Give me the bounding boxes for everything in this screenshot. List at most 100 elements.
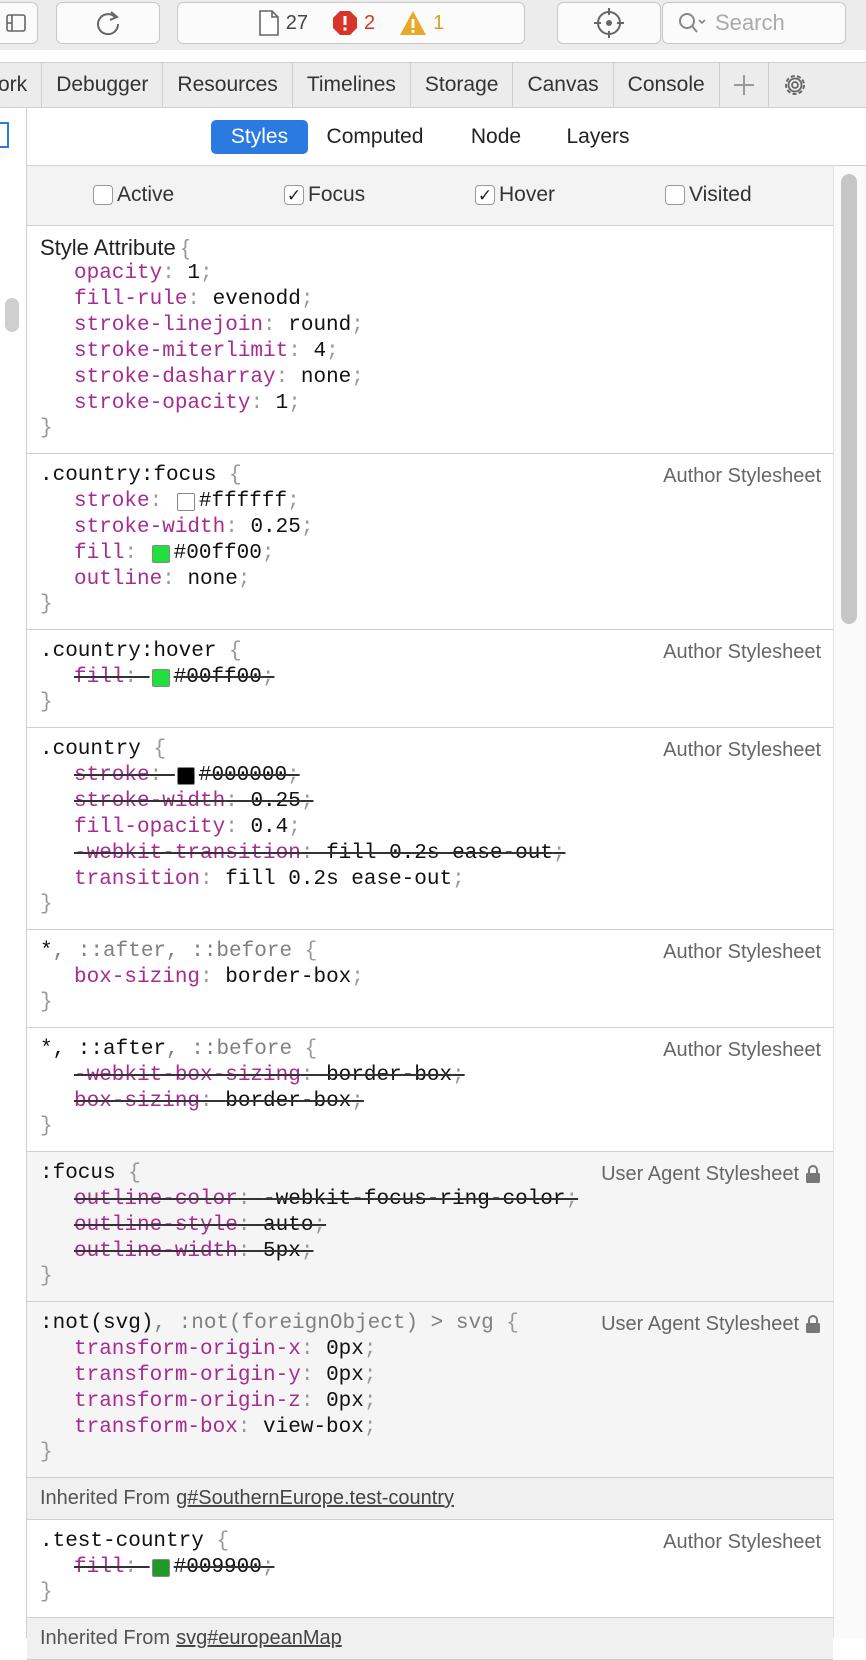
- property-row[interactable]: opacity: 1;: [74, 261, 821, 287]
- property-name[interactable]: fill: [74, 665, 124, 691]
- property-name[interactable]: stroke-linejoin: [74, 313, 263, 339]
- pseudo-active-toggle[interactable]: Active: [93, 183, 174, 207]
- tab-resources[interactable]: Resources: [163, 63, 293, 107]
- property-row[interactable]: box-sizing: border-box;: [74, 965, 821, 991]
- tab-network[interactable]: ork: [0, 63, 43, 107]
- rule-origin[interactable]: User Agent Stylesheet: [601, 1311, 821, 1337]
- property-name[interactable]: outline-width: [74, 1239, 238, 1265]
- property-value[interactable]: border-box: [225, 965, 351, 991]
- inherited-element-link[interactable]: svg#europeanMap: [176, 1627, 342, 1650]
- property-row[interactable]: stroke-width: 0.25;: [74, 789, 821, 815]
- tab-styles[interactable]: Styles: [211, 120, 308, 154]
- property-name[interactable]: -webkit-box-sizing: [74, 1063, 301, 1089]
- property-row[interactable]: fill: #00ff00;: [74, 541, 821, 567]
- property-row[interactable]: stroke-miterlimit: 4;: [74, 339, 821, 365]
- property-row[interactable]: transform-box: view-box;: [74, 1415, 821, 1441]
- property-value[interactable]: #ffffff: [199, 489, 287, 515]
- property-name[interactable]: transform-box: [74, 1415, 238, 1441]
- property-row[interactable]: -webkit-transition: fill 0.2s ease-out;: [74, 841, 821, 867]
- inherited-element-link[interactable]: g#SouthernEurope.test-country: [176, 1487, 454, 1510]
- property-row[interactable]: fill-opacity: 0.4;: [74, 815, 821, 841]
- property-value[interactable]: #009900: [174, 1555, 262, 1581]
- color-swatch[interactable]: [176, 767, 195, 785]
- property-name[interactable]: outline-style: [74, 1213, 238, 1239]
- checkbox-hover[interactable]: ✓: [475, 185, 495, 205]
- new-tab-button[interactable]: [720, 63, 769, 107]
- property-row[interactable]: outline: none;: [74, 567, 821, 593]
- property-row[interactable]: transition: fill 0.2s ease-out;: [74, 867, 821, 893]
- property-value[interactable]: 1: [187, 261, 200, 287]
- property-row[interactable]: fill: #00ff00;: [74, 665, 821, 691]
- property-name[interactable]: outline: [74, 567, 162, 593]
- property-row[interactable]: transform-origin-z: 0px;: [74, 1389, 821, 1415]
- settings-button[interactable]: [769, 63, 821, 107]
- rule-origin[interactable]: Author Stylesheet: [663, 1529, 821, 1555]
- property-name[interactable]: stroke: [74, 763, 150, 789]
- property-row[interactable]: fill-rule: evenodd;: [74, 287, 821, 313]
- property-name[interactable]: fill: [74, 541, 124, 567]
- property-value[interactable]: 0.25: [250, 789, 300, 815]
- checkbox-active[interactable]: [93, 185, 113, 205]
- property-value[interactable]: 1: [276, 391, 289, 417]
- property-name[interactable]: transition: [74, 867, 200, 893]
- rule-origin[interactable]: Author Stylesheet: [663, 737, 821, 763]
- pseudo-visited-toggle[interactable]: Visited: [665, 183, 752, 207]
- tab-canvas[interactable]: Canvas: [513, 63, 614, 107]
- reload-button[interactable]: [56, 2, 160, 44]
- color-swatch[interactable]: [176, 493, 195, 511]
- rule-origin[interactable]: Author Stylesheet: [663, 1037, 821, 1063]
- property-row[interactable]: transform-origin-y: 0px;: [74, 1363, 821, 1389]
- property-row[interactable]: box-sizing: border-box;: [74, 1089, 821, 1115]
- property-value[interactable]: fill 0.2s ease-out: [326, 841, 553, 867]
- property-name[interactable]: transform-origin-x: [74, 1337, 301, 1363]
- property-name[interactable]: transform-origin-y: [74, 1363, 301, 1389]
- property-name[interactable]: box-sizing: [74, 965, 200, 991]
- property-value[interactable]: none: [187, 567, 237, 593]
- tab-console[interactable]: Console: [614, 63, 720, 107]
- property-row[interactable]: -webkit-box-sizing: border-box;: [74, 1063, 821, 1089]
- tab-layers[interactable]: Layers: [555, 120, 641, 154]
- property-row[interactable]: stroke: #ffffff;: [74, 489, 821, 515]
- property-row[interactable]: outline-color: -webkit-focus-ring-color;: [74, 1187, 821, 1213]
- sidebar-toggle-button[interactable]: [0, 2, 38, 44]
- property-value[interactable]: 0px: [326, 1389, 364, 1415]
- dom-tree-scrollbar[interactable]: [5, 298, 19, 332]
- property-value[interactable]: fill 0.2s ease-out: [225, 867, 452, 893]
- styles-scrollbar-thumb[interactable]: [841, 174, 857, 624]
- property-value[interactable]: #00ff00: [174, 541, 262, 567]
- color-swatch[interactable]: [151, 669, 170, 687]
- property-value[interactable]: 0px: [326, 1337, 364, 1363]
- rule-origin[interactable]: Author Stylesheet: [663, 639, 821, 665]
- color-swatch[interactable]: [151, 1559, 170, 1577]
- property-row[interactable]: stroke: #000000;: [74, 763, 821, 789]
- pseudo-hover-toggle[interactable]: ✓ Hover: [475, 183, 555, 207]
- property-name[interactable]: stroke-miterlimit: [74, 339, 288, 365]
- property-name[interactable]: box-sizing: [74, 1089, 200, 1115]
- property-value[interactable]: -webkit-focus-ring-color: [263, 1187, 565, 1213]
- tab-computed[interactable]: Computed: [317, 120, 433, 154]
- property-value[interactable]: round: [288, 313, 351, 339]
- rule-selector[interactable]: Style Attribute {: [40, 235, 821, 261]
- tab-node[interactable]: Node: [463, 120, 529, 154]
- property-name[interactable]: fill-opacity: [74, 815, 225, 841]
- inspect-element-button[interactable]: [557, 2, 661, 44]
- styles-scrollbar[interactable]: [833, 166, 866, 1638]
- rule-origin[interactable]: Author Stylesheet: [663, 939, 821, 965]
- color-swatch[interactable]: [151, 545, 170, 563]
- property-value[interactable]: none: [301, 365, 351, 391]
- property-name[interactable]: outline-color: [74, 1187, 238, 1213]
- property-value[interactable]: 0.4: [250, 815, 288, 841]
- property-name[interactable]: stroke: [74, 489, 150, 515]
- checkbox-visited[interactable]: [665, 185, 685, 205]
- property-row[interactable]: stroke-dasharray: none;: [74, 365, 821, 391]
- property-name[interactable]: fill-rule: [74, 287, 187, 313]
- property-name[interactable]: stroke-dasharray: [74, 365, 276, 391]
- property-value[interactable]: 0.25: [250, 515, 300, 541]
- property-name[interactable]: stroke-opacity: [74, 391, 250, 417]
- property-value[interactable]: border-box: [225, 1089, 351, 1115]
- property-name[interactable]: stroke-width: [74, 789, 225, 815]
- property-name[interactable]: fill: [74, 1555, 124, 1581]
- property-value[interactable]: #00ff00: [174, 665, 262, 691]
- property-name[interactable]: stroke-width: [74, 515, 225, 541]
- property-row[interactable]: stroke-width: 0.25;: [74, 515, 821, 541]
